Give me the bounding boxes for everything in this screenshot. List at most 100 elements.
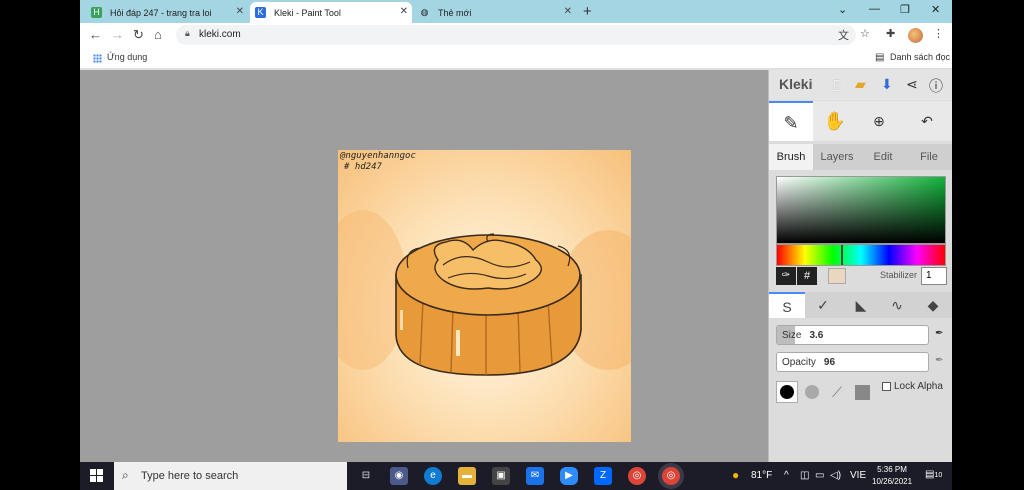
tab-file[interactable]: File <box>905 144 952 170</box>
kleki-logo: Kleki <box>779 76 813 92</box>
opacity-value: 96 <box>823 357 836 368</box>
restore-icon[interactable]: ❐ <box>900 3 910 16</box>
tray-chevron-icon[interactable]: ^ <box>784 470 789 481</box>
undo-redo-icon[interactable]: ↶ <box>905 101 949 141</box>
search-placeholder: Type here to search <box>141 470 239 482</box>
lock-alpha-checkbox[interactable] <box>882 382 891 391</box>
new-file-icon[interactable]: ▯ <box>833 76 841 93</box>
reload-icon[interactable]: ↻ <box>133 27 144 43</box>
panel-tabs: Brush Layers Edit File <box>769 144 952 170</box>
profile-avatar[interactable] <box>908 28 923 43</box>
translate-icon[interactable]: 文 <box>838 27 849 43</box>
close-tab-icon[interactable]: ✕ <box>236 6 244 17</box>
bookmarks-bar: Ứng dụng ▤ Danh sách đọc <box>80 48 952 69</box>
stabilizer-select[interactable]: 1 <box>921 267 947 285</box>
size-slider[interactable]: Size 3.6 <box>776 325 929 345</box>
apps-grid-icon[interactable] <box>93 54 102 63</box>
eraser-icon[interactable]: ◆ <box>915 292 951 318</box>
chrome-icon[interactable]: ◎ <box>628 467 646 485</box>
new-tab-plus-icon[interactable]: + <box>583 3 592 20</box>
hand-tool-icon[interactable]: ✋ <box>813 101 857 141</box>
smooth-brush-icon[interactable]: ∿ <box>879 292 915 318</box>
meet-icon[interactable]: ◫ <box>800 470 809 481</box>
canvas-workspace[interactable]: @nguyenhanngoc # hd247 <box>80 70 768 462</box>
zoom-icon[interactable]: ⊕ <box>857 101 901 141</box>
size-pressure-icon[interactable]: ✒ <box>935 328 943 339</box>
system-clock[interactable]: 5:36 PM 10/26/2021 <box>872 464 912 488</box>
cake-highlight <box>400 310 403 330</box>
edge-icon[interactable]: e <box>424 467 442 485</box>
home-icon[interactable]: ⌂ <box>154 27 162 42</box>
share-icon[interactable]: ⋖ <box>906 76 918 93</box>
volume-icon[interactable]: ◁) <box>830 470 841 481</box>
forward-icon[interactable]: → <box>111 27 124 42</box>
apps-bookmark[interactable]: Ứng dụng <box>107 52 147 62</box>
tab-label: Hỏi đáp 247 - trang tra loi <box>110 7 212 18</box>
size-slider-label: Size 3.6 <box>782 330 823 341</box>
brush-tip-shapes: ⟋ <box>776 381 876 403</box>
minimize-icon[interactable]: — <box>869 3 880 15</box>
blend-brush-icon[interactable]: ✓ <box>805 292 841 318</box>
address-bar[interactable]: 🔒︎ kleki.com <box>176 25 856 45</box>
task-view-icon[interactable]: ⊟ <box>357 467 375 485</box>
taskbar-search-box[interactable]: ⌕ Type here to search <box>114 462 347 490</box>
file-explorer-icon[interactable]: ▬ <box>458 467 476 485</box>
opacity-pressure-icon[interactable]: ✒ <box>935 355 943 366</box>
notification-center-icon[interactable]: ▤10 <box>925 469 942 480</box>
line-tip-button[interactable]: ⟋ <box>826 381 848 403</box>
tab-label: Kleki - Paint Tool <box>274 7 341 18</box>
windows-start-icon[interactable] <box>90 469 104 483</box>
brush-tool-icon[interactable]: ✎ <box>769 101 813 141</box>
kleki-favicon-icon: K <box>255 7 266 18</box>
extensions-puzzle-icon[interactable]: ✚ <box>886 27 895 40</box>
soft-tip-button[interactable] <box>801 381 823 403</box>
close-tab-icon[interactable]: ✕ <box>564 6 572 17</box>
windows-taskbar: ⌕ Type here to search ⊟ ◉ e ▬ ▣ ✉ ▶ Z ◎ … <box>80 462 952 490</box>
app-icon[interactable]: ◉ <box>390 467 408 485</box>
tab-search-icon[interactable]: ⌄ <box>838 3 847 16</box>
tab-hoidap[interactable]: H Hỏi đáp 247 - trang tra loi ✕ <box>86 2 248 23</box>
drawing-canvas[interactable]: @nguyenhanngoc # hd247 <box>338 150 631 442</box>
language-indicator[interactable]: VIE <box>850 470 866 481</box>
back-icon[interactable]: ← <box>89 27 102 42</box>
lock-alpha-toggle[interactable]: Lock Alpha <box>882 381 943 392</box>
tab-layers[interactable]: Layers <box>813 144 861 170</box>
eyedropper-icon[interactable]: ✑ <box>776 267 796 285</box>
weather-temp[interactable]: 81°F <box>751 470 772 481</box>
hex-input-button[interactable]: # <box>797 267 817 285</box>
hue-slider[interactable] <box>776 244 946 266</box>
bookmark-star-icon[interactable]: ☆ <box>860 27 870 40</box>
open-folder-icon[interactable]: ▰ <box>855 76 866 93</box>
reading-list-icon[interactable]: ▤ <box>875 52 884 63</box>
tab-kleki[interactable]: K Kleki - Paint Tool ✕ <box>250 2 412 23</box>
tab-new[interactable]: ◍ Thẻ mới ✕ <box>414 2 576 23</box>
color-picker-area[interactable] <box>776 176 946 244</box>
right-black-margin <box>952 0 1024 490</box>
close-window-icon[interactable]: ✕ <box>931 3 940 16</box>
tab-edit[interactable]: Edit <box>861 144 905 170</box>
zalo-icon[interactable]: Z <box>594 467 612 485</box>
circle-tip-icon <box>780 385 794 399</box>
help-icon[interactable]: ⓘ <box>929 76 943 96</box>
store-icon[interactable]: ▣ <box>492 467 510 485</box>
reading-list-link[interactable]: Danh sách đọc <box>890 52 950 62</box>
menu-kebab-icon[interactable]: ⋮ <box>933 27 944 40</box>
pen-brush-icon[interactable]: S <box>769 292 805 318</box>
sketchy-brush-icon[interactable]: ◣ <box>843 292 879 318</box>
tab-brush[interactable]: Brush <box>769 144 813 170</box>
lock-icon: 🔒︎ <box>185 28 190 38</box>
network-icon[interactable]: ▭ <box>815 470 824 481</box>
download-icon[interactable]: ⬇ <box>881 76 893 93</box>
weather-sun-icon[interactable]: ● <box>732 468 739 482</box>
round-tip-button[interactable] <box>776 381 798 403</box>
close-tab-icon[interactable]: ✕ <box>400 6 408 17</box>
current-color-swatch[interactable] <box>828 268 846 284</box>
hoidap-favicon-icon: H <box>91 7 102 18</box>
zoom-app-icon[interactable]: ▶ <box>560 467 578 485</box>
mail-icon[interactable]: ✉ <box>526 467 544 485</box>
browser-toolbar: ← → ↻ ⌂ 🔒︎ kleki.com 文 ☆ ✚ ⋮ <box>80 23 952 48</box>
square-tip-button[interactable] <box>851 381 873 403</box>
chrome-active-icon[interactable]: ◎ <box>662 467 680 485</box>
hue-marker[interactable] <box>841 245 843 265</box>
opacity-slider[interactable]: Opacity 96 <box>776 352 929 372</box>
